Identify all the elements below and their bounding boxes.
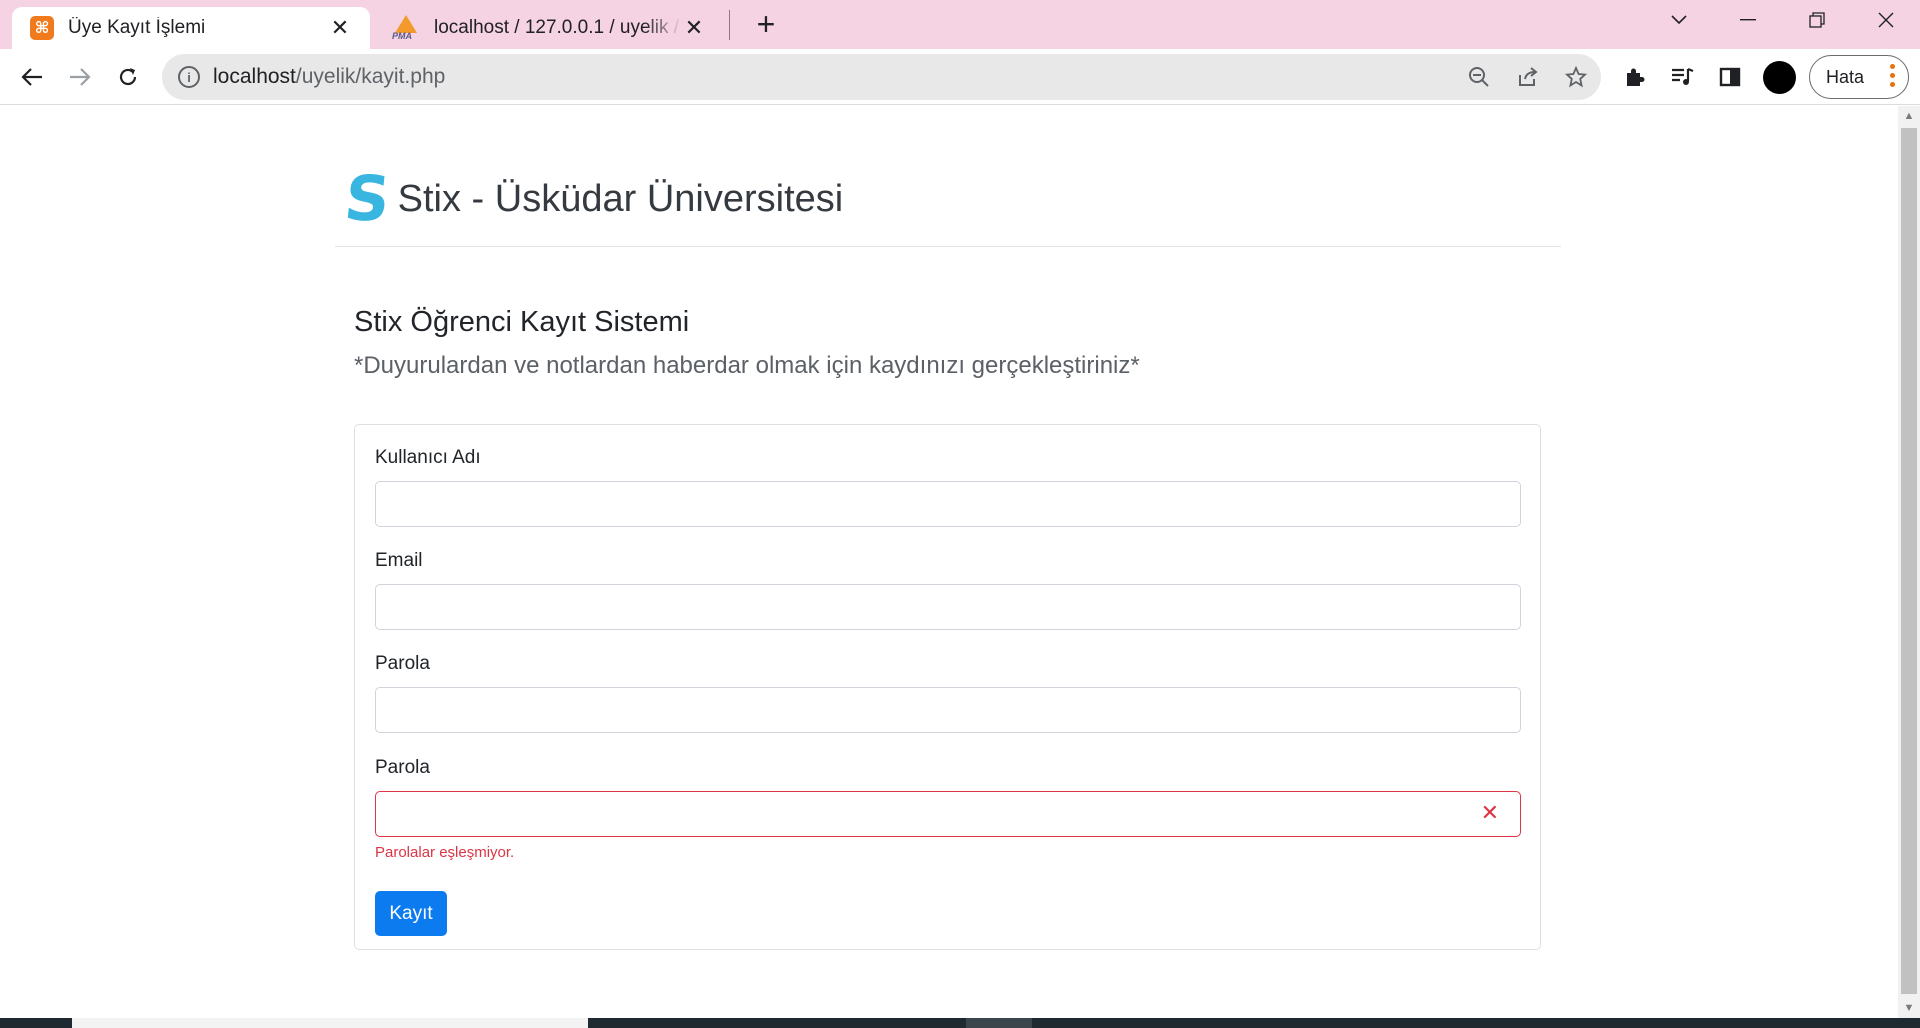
header-divider	[335, 246, 1561, 247]
register-button[interactable]: Kayıt	[375, 891, 447, 936]
password-confirm-label: Parola	[375, 757, 430, 778]
email-label: Email	[375, 550, 423, 571]
error-menu-button[interactable]: Hata	[1809, 55, 1909, 99]
error-menu-label: Hata	[1826, 66, 1865, 87]
close-icon[interactable]: ✕	[328, 15, 352, 40]
back-button[interactable]	[12, 57, 52, 97]
new-tab-button[interactable]: +	[748, 6, 784, 42]
restore-button[interactable]	[1787, 0, 1847, 40]
password-input[interactable]	[375, 687, 1521, 733]
scroll-down-icon[interactable]: ▼	[1898, 998, 1920, 1018]
password-confirm-field: ✕	[375, 791, 1521, 837]
media-control-icon[interactable]	[1666, 61, 1698, 93]
site-title[interactable]: Stix - Üsküdar Üniversitesi	[398, 178, 844, 221]
scroll-up-icon[interactable]: ▲	[1898, 106, 1920, 126]
url-text[interactable]: localhost/uyelik/kayit.php	[213, 65, 445, 89]
password-label: Parola	[375, 653, 430, 674]
vertical-scrollbar[interactable]: ▲ ▼	[1898, 106, 1920, 1018]
registration-form: Kullanıcı Adı Email Parola Parola ✕ Paro…	[354, 424, 1541, 950]
tab-search-icon[interactable]	[1649, 0, 1709, 40]
address-bar[interactable]: i localhost/uyelik/kayit.php	[162, 54, 1601, 100]
tab-separator	[729, 10, 730, 40]
password-mismatch-error: Parolalar eşleşmiyor.	[375, 844, 515, 861]
taskbar-item[interactable]	[966, 1018, 1032, 1028]
extensions-icon[interactable]	[1618, 61, 1650, 93]
taskbar-window-preview[interactable]	[72, 1018, 588, 1028]
tab-title: localhost / 127.0.0.1 / uyelik / kullani…	[434, 17, 682, 38]
minimize-button[interactable]	[1718, 0, 1778, 40]
tab-title: Üye Kayıt İşlemi	[68, 17, 206, 38]
page-viewport: S Stix - Üsküdar Üniversitesi Stix Öğren…	[0, 106, 1898, 1018]
stix-logo-icon: S	[341, 162, 394, 235]
side-panel-icon[interactable]	[1714, 61, 1746, 93]
zoom-out-icon[interactable]	[1465, 63, 1493, 91]
forward-button[interactable]	[60, 57, 100, 97]
share-icon[interactable]	[1514, 63, 1542, 91]
close-icon[interactable]: ✕	[682, 15, 706, 40]
password-confirm-input[interactable]	[375, 791, 1521, 837]
browser-toolbar: i localhost/uyelik/kayit.php Hata	[0, 49, 1920, 105]
site-header: S Stix - Üsküdar Üniversitesi	[341, 162, 844, 235]
info-icon[interactable]: i	[178, 66, 200, 88]
page-title: Stix Öğrenci Kayıt Sistemi	[354, 306, 690, 338]
page-subtitle: *Duyurulardan ve notlardan haberdar olma…	[354, 352, 1140, 379]
username-label: Kullanıcı Adı	[375, 447, 481, 468]
close-window-button[interactable]	[1856, 0, 1916, 40]
email-input[interactable]	[375, 584, 1521, 630]
tab-strip: ⌘ Üye Kayıt İşlemi ✕ PMA localhost / 127…	[0, 0, 1920, 49]
more-menu-icon	[1890, 64, 1895, 87]
profile-avatar[interactable]	[1763, 61, 1796, 94]
scrollbar-thumb[interactable]	[1901, 128, 1917, 994]
bookmark-star-icon[interactable]	[1562, 63, 1590, 91]
phpmyadmin-icon: PMA	[392, 15, 420, 41]
tab-phpmyadmin[interactable]: PMA localhost / 127.0.0.1 / uyelik / kul…	[374, 7, 724, 49]
xampp-icon: ⌘	[30, 16, 54, 40]
invalid-icon: ✕	[1480, 800, 1499, 825]
username-input[interactable]	[375, 481, 1521, 527]
tab-uye-kayit[interactable]: ⌘ Üye Kayıt İşlemi ✕	[12, 7, 370, 49]
reload-button[interactable]	[108, 57, 148, 97]
